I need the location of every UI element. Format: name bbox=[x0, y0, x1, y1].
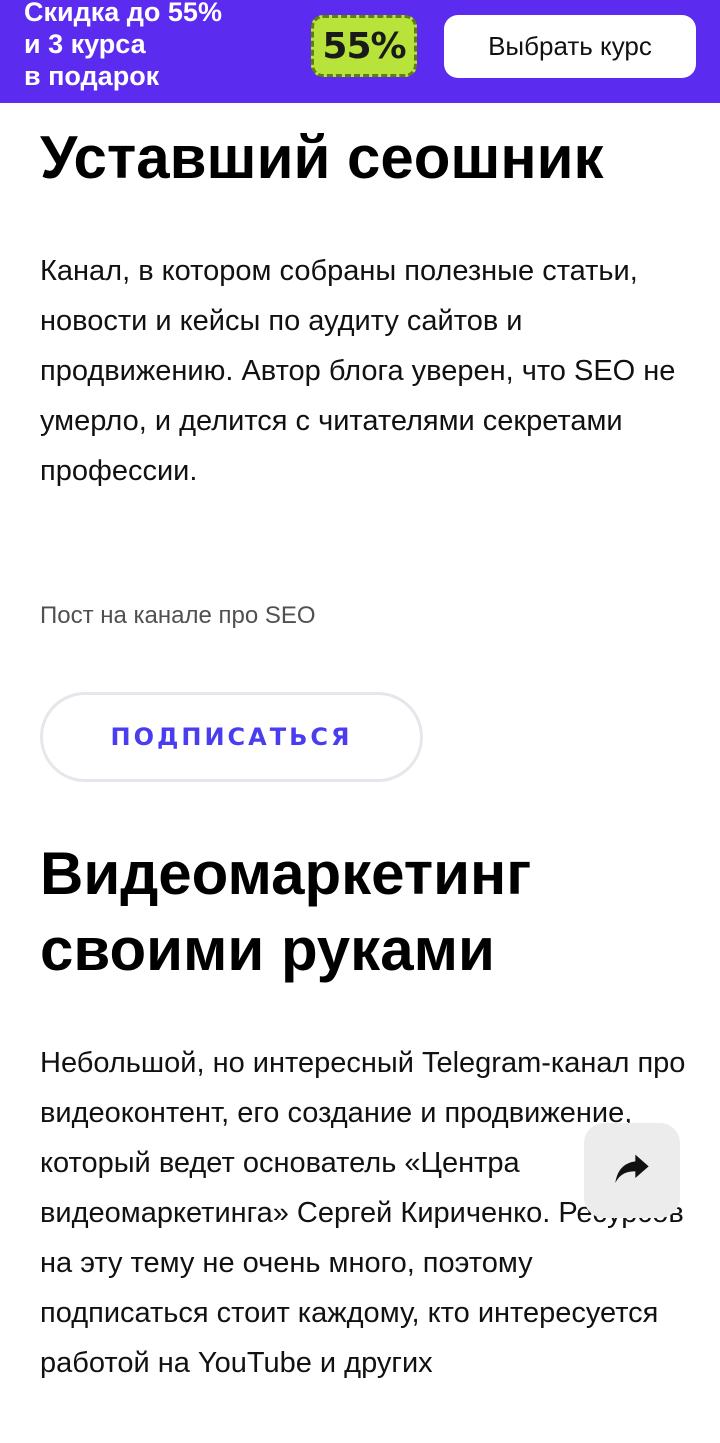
page: Скидка до 55% и 3 курса в подарок 55% Вы… bbox=[0, 0, 720, 1443]
share-button[interactable] bbox=[584, 1123, 680, 1218]
share-arrow-icon bbox=[612, 1148, 652, 1193]
promo-banner-text: Скидка до 55% и 3 курса в подарок bbox=[24, 0, 222, 91]
choose-course-button[interactable]: Выбрать курс bbox=[444, 15, 696, 78]
post-caption: Пост на канале про SEO bbox=[40, 602, 316, 629]
discount-badge: 55% bbox=[311, 15, 417, 77]
promo-banner[interactable]: Скидка до 55% и 3 курса в подарок 55% Вы… bbox=[0, 0, 720, 103]
section-title-seo: Уставший сеошник bbox=[40, 124, 604, 191]
section-description-seo: Канал, в котором собраны полезные статьи… bbox=[40, 255, 676, 487]
section-title-video: Видеомаркетинг своими руками bbox=[40, 840, 532, 983]
subscribe-button[interactable]: ПОДПИСАТЬСЯ bbox=[40, 692, 423, 782]
